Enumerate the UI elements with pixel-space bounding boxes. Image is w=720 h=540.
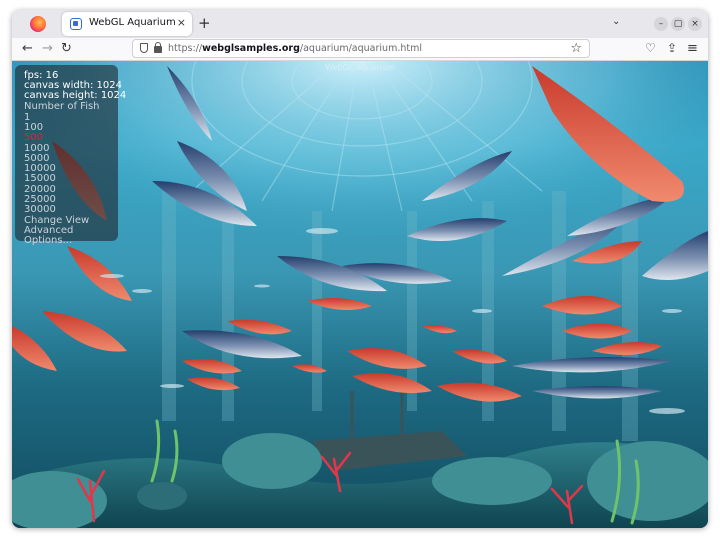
aquarium-canvas[interactable]: WebGL Aquarium fps: 16 canvas width: 102… [12, 61, 708, 528]
controls-overlay: fps: 16 canvas width: 1024 canvas height… [15, 65, 126, 246]
close-window-button[interactable]: × [688, 17, 702, 31]
fish-option-500[interactable]: 500 [24, 133, 43, 143]
minimize-button[interactable]: – [654, 17, 668, 31]
fish-option-15000[interactable]: 15000 [24, 174, 56, 184]
firefox-view-icon[interactable] [30, 16, 46, 32]
url-bar[interactable]: https://webglsamples.org/aquarium/aquari… [132, 39, 590, 58]
url-text[interactable]: https://webglsamples.org/aquarium/aquari… [168, 43, 422, 54]
reload-icon[interactable]: ↻ [61, 40, 72, 57]
list-all-tabs-icon[interactable]: ⌄ [612, 16, 620, 27]
extensions-icon[interactable]: ⇪ [667, 40, 677, 57]
maximize-button[interactable]: ▢ [671, 17, 685, 31]
browser-window: WebGL Aquarium × + ⌄ – ▢ × ← → ↻ https:/… [12, 10, 708, 528]
app-menu-icon[interactable]: ≡ [687, 40, 698, 57]
bookmark-star-icon[interactable]: ☆ [570, 40, 582, 57]
navigation-toolbar: ← → ↻ https://webglsamples.org/aquarium/… [12, 38, 708, 61]
page-favicon-icon [70, 18, 82, 30]
tracking-shield-icon[interactable] [140, 43, 148, 53]
canvas-height-readout: canvas height: 1024 [24, 90, 127, 101]
tab-webgl-aquarium[interactable]: WebGL Aquarium × [62, 12, 192, 36]
tab-strip: WebGL Aquarium × + ⌄ – ▢ × [12, 10, 708, 38]
forward-arrow-icon[interactable]: → [42, 40, 53, 57]
new-tab-button[interactable]: + [198, 14, 211, 32]
options-link[interactable]: Options... [24, 236, 72, 246]
tab-close-icon[interactable]: × [177, 16, 186, 30]
shipwreck [312, 381, 467, 471]
pocket-icon[interactable]: ♡ [645, 40, 656, 57]
back-arrow-icon[interactable]: ← [22, 40, 33, 57]
tab-title: WebGL Aquarium [89, 17, 176, 28]
lock-icon[interactable] [154, 42, 162, 53]
fish-count-heading: Number of Fish [24, 101, 100, 112]
fish-option-30000[interactable]: 30000 [24, 205, 56, 215]
